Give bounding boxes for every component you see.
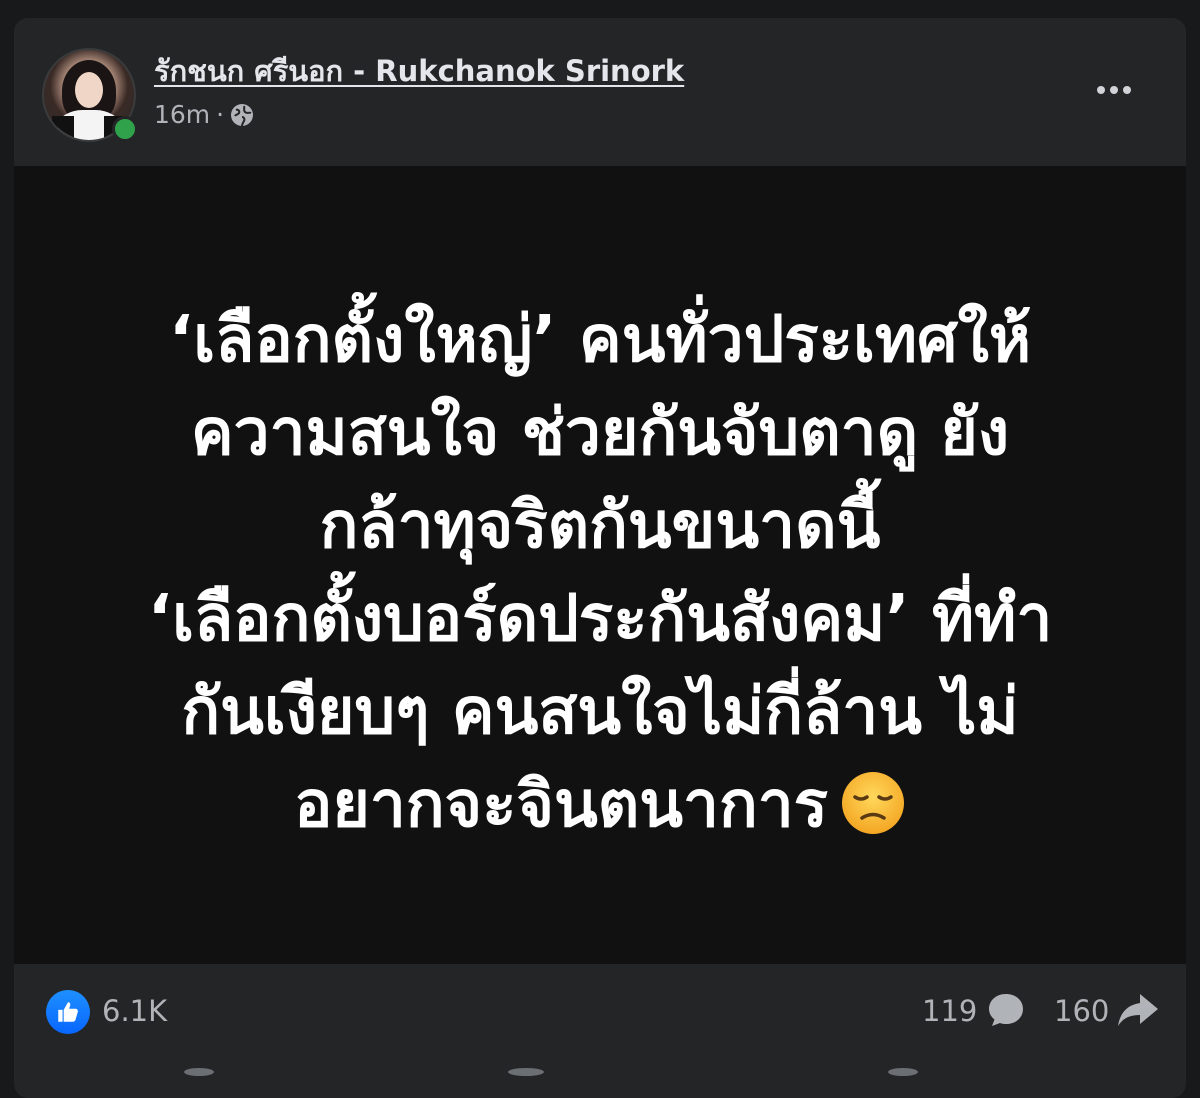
image-text-line: ‘เลือกตั้งใหญ่’ คนทั่วประเทศให้ (168, 303, 1032, 377)
avatar-face (75, 72, 103, 108)
post-header: รักชนก ศรีนอก - Rukchanok Srinork 16m · (14, 18, 1186, 166)
share-action-hint[interactable] (888, 1068, 918, 1076)
image-text-line: ‘เลือกตั้งบอร์ดประกันสังคม’ ที่ทำ (147, 582, 1053, 656)
post-footer: 6.1K 119 160 (14, 964, 1186, 1098)
author-name-link[interactable]: รักชนก ศรีนอก - Rukchanok Srinork (154, 48, 684, 94)
post-image-text: ‘เลือกตั้งใหญ่’ คนทั่วประเทศให้ ความสนใจ… (74, 294, 1126, 852)
like-reaction-badge[interactable] (46, 990, 90, 1034)
more-options-button[interactable] (1084, 74, 1144, 106)
post-image[interactable]: ‘เลือกตั้งใหญ่’ คนทั่วประเทศให้ ความสนใจ… (14, 166, 1186, 964)
like-count[interactable]: 6.1K (102, 994, 167, 1028)
image-text-line-last: อยากจะจินตนาการ (74, 759, 1126, 852)
more-horizontal-icon-dot (1123, 86, 1131, 94)
image-text-line: กล้าทุจริตกันขนาดนี้ (319, 489, 881, 563)
share-count[interactable]: 160 (1054, 994, 1109, 1028)
comment-action-hint[interactable] (508, 1068, 544, 1076)
image-text-line: กันเงียบๆ คนสนใจไม่กี่ล้าน ไม่ (181, 675, 1019, 749)
meta-separator: · (216, 100, 225, 129)
comment-count[interactable]: 119 (922, 994, 977, 1028)
globe-icon[interactable] (230, 103, 254, 127)
more-horizontal-icon-dot (1110, 86, 1118, 94)
online-status-indicator (112, 116, 138, 142)
post-meta: 16m · (154, 100, 254, 129)
image-text-line: ความสนใจ ช่วยกันจับตาดู ยัง (190, 396, 1010, 470)
disappointed-face-emoji (842, 772, 905, 834)
comment-icon[interactable] (986, 990, 1026, 1030)
more-horizontal-icon (1097, 86, 1105, 94)
like-action-hint[interactable] (184, 1068, 214, 1076)
post-timestamp[interactable]: 16m (154, 100, 210, 129)
image-text-line: อยากจะจินตนาการ (293, 768, 829, 842)
post-card: รักชนก ศรีนอก - Rukchanok Srinork 16m · … (14, 18, 1186, 1098)
share-icon[interactable] (1116, 990, 1160, 1030)
like-icon (58, 1002, 78, 1022)
